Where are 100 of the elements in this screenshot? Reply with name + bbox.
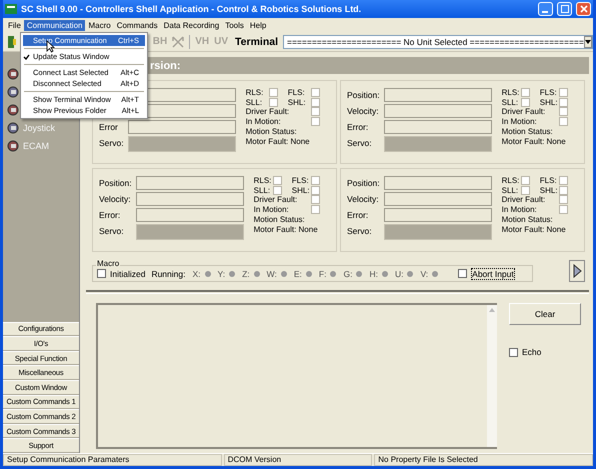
running-label: Running: — [151, 268, 186, 278]
motion-status: Motion Status: — [254, 214, 306, 224]
checkbox[interactable] — [311, 186, 320, 195]
field-label: Velocity: — [347, 193, 380, 206]
terminal-label: Terminal — [235, 36, 278, 48]
status-text: No Property File Is Selected — [374, 454, 593, 466]
checkbox[interactable] — [458, 269, 468, 278]
axis-label: W: — [266, 268, 277, 278]
flag-label: SLL: — [246, 98, 262, 107]
field-label: Error: — [99, 209, 122, 222]
flag-label: In Motion: — [246, 116, 281, 126]
flag-label: Driver Fault: — [254, 195, 298, 204]
menu-title[interactable]: Commands — [114, 20, 161, 30]
app-icon — [5, 4, 17, 14]
menu-title[interactable]: Data Recording — [160, 20, 222, 30]
motor-fault: Motor Fault: None — [502, 224, 567, 233]
flag-label: SHL: — [288, 98, 306, 107]
checkbox[interactable] — [311, 88, 320, 98]
field-label: Error: — [347, 121, 370, 134]
flag-label: Driver Fault: — [502, 107, 546, 116]
device-icon — [7, 122, 20, 134]
checkbox[interactable] — [559, 107, 568, 116]
checkbox[interactable] — [272, 186, 282, 195]
dropdown-arrow-icon — [584, 40, 591, 44]
menu-title[interactable]: Tools — [222, 20, 247, 30]
menu-title[interactable]: Help — [246, 20, 270, 30]
checkbox[interactable] — [520, 176, 530, 186]
play-icon — [572, 264, 582, 278]
checkbox[interactable] — [520, 88, 530, 98]
checkbox[interactable] — [311, 116, 320, 126]
field-label: Error: — [347, 209, 370, 222]
device-icon — [7, 86, 20, 98]
checkbox-label: Initialized — [110, 268, 146, 278]
flag-label: FLS: — [540, 88, 557, 98]
flag-label: SLL: — [254, 186, 270, 195]
flag-label: FLS: — [292, 176, 309, 186]
axis-label: E: — [294, 268, 302, 278]
field-label: Position: — [347, 177, 380, 190]
checkbox[interactable] — [268, 88, 278, 98]
clear-button[interactable]: Clear — [509, 303, 581, 325]
scroll-up-icon[interactable] — [489, 308, 495, 312]
checkbox[interactable] — [559, 195, 568, 204]
flag-label: SHL: — [540, 98, 558, 107]
checkbox[interactable] — [311, 195, 320, 204]
field-label: Error — [99, 121, 119, 134]
checkbox[interactable] — [520, 98, 530, 107]
checkbox[interactable] — [559, 116, 568, 126]
checkbox[interactable] — [559, 88, 568, 98]
motor-fault: Motor Fault: None — [254, 224, 319, 233]
menu-title[interactable]: File — [5, 20, 24, 30]
checkbox[interactable] — [311, 107, 320, 116]
flag-label: FLS: — [288, 88, 305, 98]
checkbox[interactable] — [311, 176, 320, 186]
device-icon — [7, 68, 20, 80]
flag-label: SLL: — [502, 98, 518, 107]
maximize-icon — [560, 5, 568, 13]
minimize-button[interactable] — [538, 2, 553, 16]
motor-fault: Motor Fault: None — [502, 136, 567, 145]
axis-label: H: — [369, 268, 378, 278]
status-text: DCOM Version — [224, 454, 372, 466]
checkbox[interactable] — [97, 269, 106, 278]
field-label: Velocity: — [99, 193, 132, 206]
checkbox[interactable] — [559, 176, 568, 186]
motion-status: Motion Status: — [502, 126, 554, 136]
field-label: Servo: — [99, 137, 124, 150]
checkbox[interactable] — [272, 176, 282, 186]
field-label: Servo: — [99, 225, 125, 238]
maximize-button[interactable] — [557, 2, 572, 16]
exit-door-icon[interactable] — [7, 34, 17, 48]
axis-label: Z: — [242, 268, 250, 278]
flag-label: SLL: — [502, 186, 518, 195]
axis-label: X: — [192, 268, 200, 278]
flag-label: Driver Fault: — [246, 107, 290, 116]
device-icon — [7, 140, 20, 152]
window-title: SC Shell 9.00 - Controllers Shell Application - Control & Robotics Solutions Ltd. — [21, 4, 362, 14]
checkbox[interactable] — [311, 204, 320, 214]
close-icon — [580, 5, 588, 13]
motor-fault: Motor Fault: None — [246, 136, 311, 145]
checkbox[interactable] — [559, 98, 568, 107]
terminal-area[interactable] — [96, 303, 497, 449]
menu-title[interactable]: Communication — [24, 20, 86, 30]
checkbox[interactable] — [520, 186, 530, 195]
checkbox[interactable] — [509, 348, 518, 356]
checkbox[interactable] — [559, 204, 568, 214]
field-label: Position: — [99, 177, 132, 190]
close-button[interactable] — [576, 2, 591, 16]
checkbox[interactable] — [559, 186, 568, 195]
checkmark-icon — [23, 54, 30, 60]
axis-label: G: — [343, 268, 352, 278]
flag-label: RLS: — [502, 176, 520, 186]
checkbox[interactable] — [311, 98, 320, 107]
field-label: Servo: — [347, 137, 373, 150]
flag-label: SHL: — [540, 186, 558, 195]
flag-label: Driver Fault: — [502, 195, 546, 204]
play-button[interactable] — [569, 260, 585, 282]
menu-title[interactable]: Macro — [85, 20, 114, 30]
motion-status: Motion Status: — [246, 126, 298, 136]
checkbox[interactable] — [268, 98, 278, 107]
flag-label: In Motion: — [502, 116, 537, 126]
unit-dropdown[interactable]: ======================= No Unit Selected ======================= — [283, 34, 593, 48]
